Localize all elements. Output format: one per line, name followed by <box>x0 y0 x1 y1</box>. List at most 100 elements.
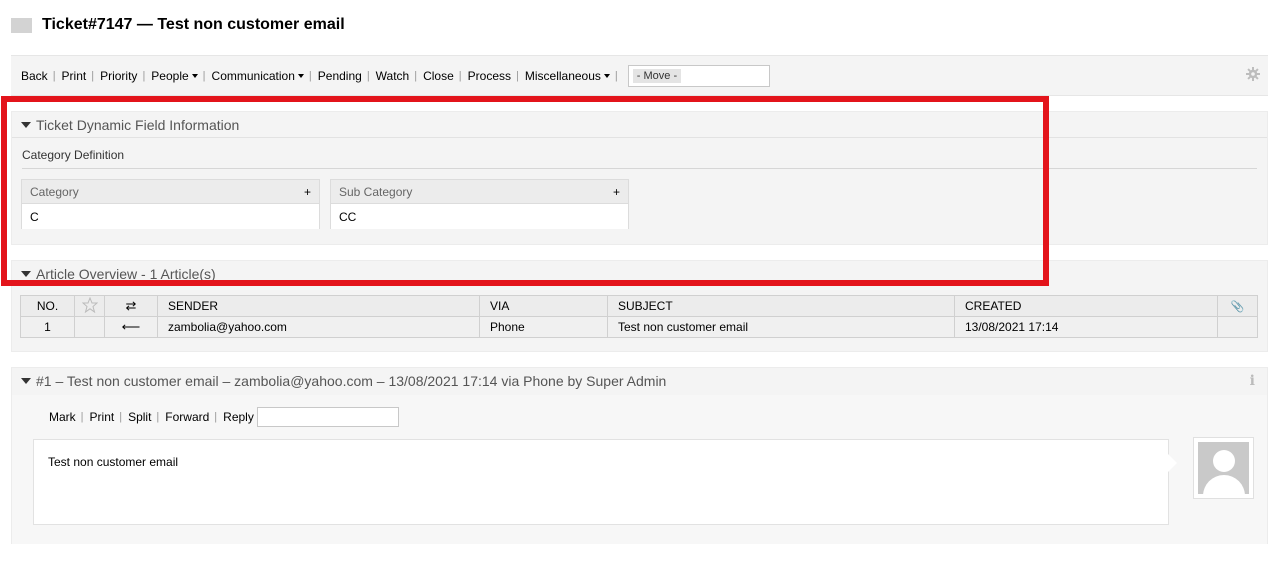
info-icon[interactable]: i <box>1250 373 1255 389</box>
column-direction[interactable]: ⇄ <box>104 295 158 317</box>
dynamic-field-widget-title: Ticket Dynamic Field Information <box>36 116 240 133</box>
collapse-triangle-icon[interactable] <box>21 378 31 384</box>
action-close[interactable]: Close | <box>423 69 468 83</box>
action-print-label[interactable]: Print <box>62 69 87 83</box>
sub-category-field-value: CC <box>331 204 628 229</box>
separator: | <box>414 69 418 82</box>
article-created: 13/08/2021 17:14 <box>954 316 1218 338</box>
separator: | <box>142 69 146 82</box>
article-overview-widget: Article Overview - 1 Article(s) NO. ⇄ SE… <box>11 260 1268 352</box>
action-communication-label[interactable]: Communication <box>212 69 295 83</box>
sub-category-field-label: Sub Category <box>339 184 413 199</box>
category-field-header: Category + <box>22 180 319 204</box>
article-table-header-row: NO. ⇄ SENDER VIA SUBJECT CREATED 📎 <box>20 295 1258 317</box>
star-icon <box>81 296 98 313</box>
article-detail-header[interactable]: #1 – Test non customer email – zambolia@… <box>12 368 1267 394</box>
ticket-priority-indicator <box>11 17 32 33</box>
separator: | <box>308 69 312 82</box>
article-action-mark[interactable]: Mark | <box>49 410 90 424</box>
article-action-forward[interactable]: Forward | <box>165 410 223 424</box>
article-action-mark-label[interactable]: Mark <box>49 410 76 424</box>
article-attachment-cell <box>1217 316 1258 338</box>
action-process[interactable]: Process | <box>468 69 525 83</box>
direction-arrows-icon: ⇄ <box>125 298 137 313</box>
expand-plus-icon[interactable]: + <box>613 185 620 199</box>
article-direction-cell: ⟵ <box>104 316 158 338</box>
category-field: Category + C <box>21 179 320 229</box>
action-communication[interactable]: Communication | <box>212 69 318 83</box>
avatar-placeholder-icon <box>1198 442 1249 494</box>
column-created[interactable]: CREATED <box>954 295 1218 317</box>
article-action-forward-label[interactable]: Forward <box>165 410 209 424</box>
avatar <box>1193 437 1254 499</box>
action-close-label[interactable]: Close <box>423 69 454 83</box>
collapse-triangle-icon[interactable] <box>21 271 31 277</box>
article-action-print-label[interactable]: Print <box>90 410 115 424</box>
column-subject[interactable]: SUBJECT <box>607 295 955 317</box>
separator: | <box>80 411 84 423</box>
reply-template-select[interactable] <box>256 407 399 427</box>
avatar-body <box>1203 475 1245 494</box>
action-people[interactable]: People | <box>151 69 211 83</box>
ticket-action-bar: Back | Print | Priority | People | Communica… <box>11 55 1268 96</box>
article-detail-widget: #1 – Test non customer email – zambolia@… <box>11 367 1268 544</box>
article-action-bar: Mark | Print | Split | Forward | Reply <box>49 407 399 427</box>
action-pending-label[interactable]: Pending <box>318 69 362 83</box>
article-overview-title: Article Overview - 1 Article(s) <box>36 266 216 282</box>
column-via[interactable]: VIA <box>479 295 608 317</box>
move-queue-select[interactable]: - Move - <box>627 64 770 87</box>
article-action-split[interactable]: Split | <box>128 410 165 424</box>
action-miscellaneous-label[interactable]: Miscellaneous <box>525 69 601 83</box>
action-priority-label[interactable]: Priority <box>100 69 137 83</box>
category-field-value: C <box>22 204 319 229</box>
table-row[interactable]: 1 ⟵ zambolia@yahoo.com Phone Test non cu… <box>20 316 1258 338</box>
collapse-triangle-icon[interactable] <box>21 121 31 128</box>
bubble-tip <box>1168 454 1177 472</box>
action-miscellaneous[interactable]: Miscellaneous | <box>525 69 624 83</box>
action-process-label[interactable]: Process <box>468 69 511 83</box>
action-people-label[interactable]: People <box>151 69 188 83</box>
action-back-label[interactable]: Back <box>21 69 48 83</box>
caret-down-icon <box>191 73 198 78</box>
article-star-cell <box>74 316 105 338</box>
gear-icon[interactable] <box>1246 67 1260 81</box>
separator: | <box>202 69 206 82</box>
action-watch[interactable]: Watch | <box>376 69 423 83</box>
page-title: Ticket#7147 — Test non customer email <box>42 16 345 33</box>
separator: | <box>156 411 160 423</box>
article-overview-header[interactable]: Article Overview - 1 Article(s) <box>12 261 1267 287</box>
category-definition-label: Category Definition <box>22 148 125 162</box>
category-field-label: Category <box>30 184 79 199</box>
column-no[interactable]: NO. <box>20 295 75 317</box>
expand-plus-icon[interactable]: + <box>304 185 311 199</box>
column-star[interactable] <box>74 295 105 317</box>
sub-category-field: Sub Category + CC <box>330 179 629 229</box>
article-action-reply[interactable]: Reply <box>223 410 254 424</box>
avatar-head <box>1213 450 1235 472</box>
column-attachment[interactable]: 📎 <box>1217 295 1258 317</box>
action-back[interactable]: Back | <box>21 69 62 83</box>
action-watch-label[interactable]: Watch <box>376 69 410 83</box>
separator: | <box>366 69 370 82</box>
paperclip-icon: 📎 <box>1230 301 1245 313</box>
article-no: 1 <box>20 316 75 338</box>
article-subject: Test non customer email <box>607 316 955 338</box>
column-sender[interactable]: SENDER <box>157 295 480 317</box>
separator: | <box>614 69 618 82</box>
separator: | <box>119 411 123 423</box>
ticket-title-bar: Ticket#7147 — Test non customer email <box>11 14 345 36</box>
action-priority[interactable]: Priority | <box>100 69 151 83</box>
article-body: Test non customer email <box>33 439 1169 525</box>
separator: | <box>516 69 519 82</box>
move-select-value: - Move - <box>632 68 682 83</box>
article-action-reply-label[interactable]: Reply <box>223 410 254 424</box>
article-sender: zambolia@yahoo.com <box>157 316 480 338</box>
article-action-split-label[interactable]: Split <box>128 410 151 424</box>
sub-category-field-header: Sub Category + <box>331 180 628 204</box>
action-pending[interactable]: Pending | <box>318 69 376 83</box>
article-table: NO. ⇄ SENDER VIA SUBJECT CREATED 📎 1 ⟵ z… <box>20 295 1258 338</box>
dynamic-field-widget-header[interactable]: Ticket Dynamic Field Information <box>12 112 1267 138</box>
article-action-print[interactable]: Print | <box>90 410 129 424</box>
arrow-left-icon: ⟵ <box>121 319 141 334</box>
action-print[interactable]: Print | <box>62 69 101 83</box>
